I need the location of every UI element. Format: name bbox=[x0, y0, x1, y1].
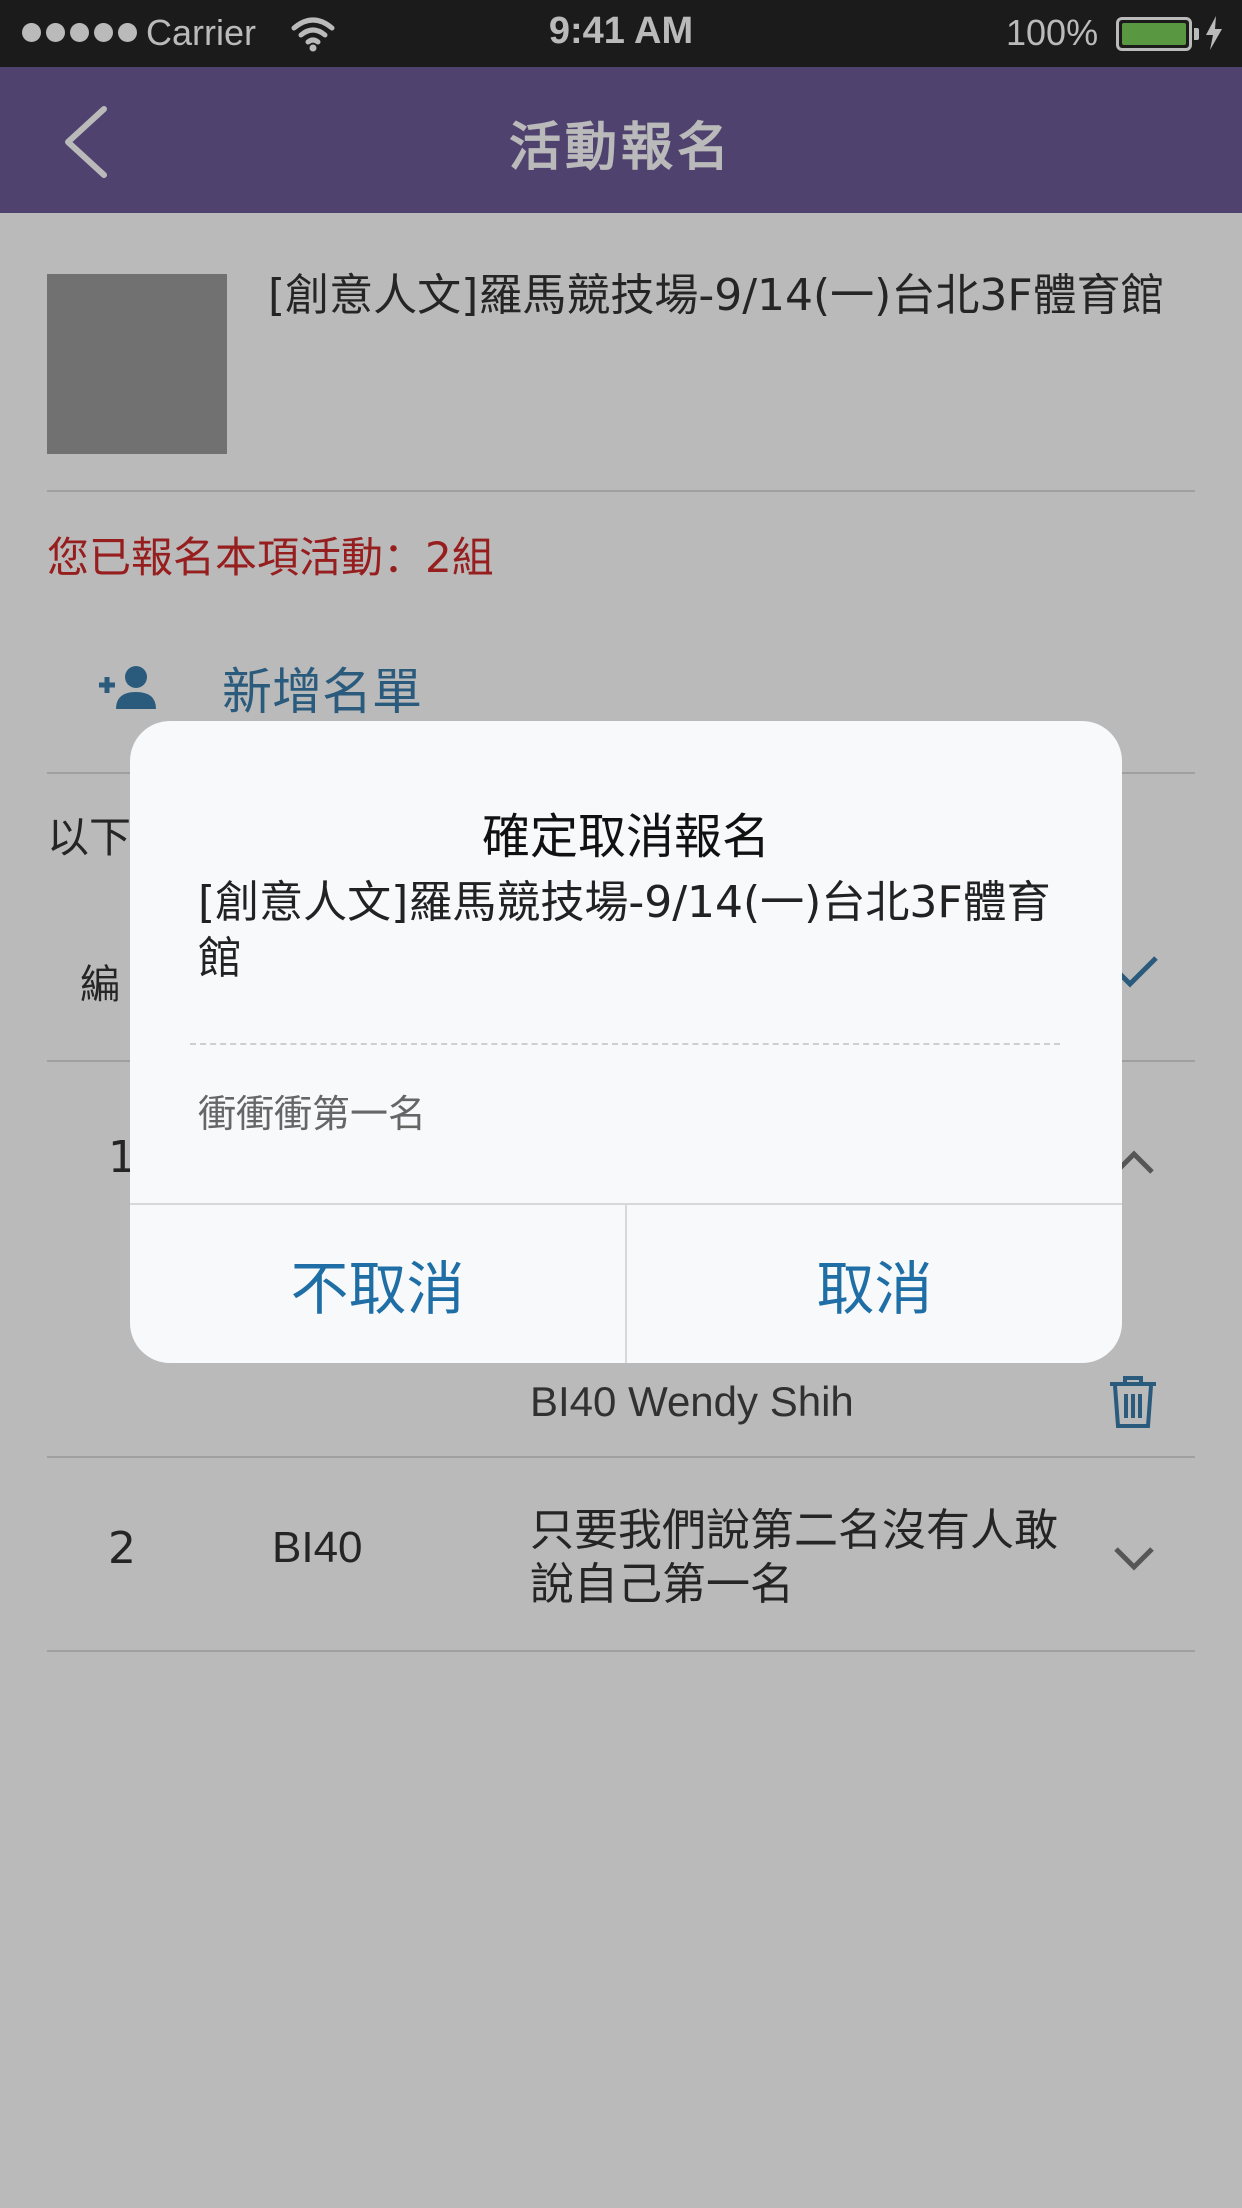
dashed-divider bbox=[190, 1043, 1060, 1045]
cancel-registration-dialog: 確定取消報名 [創意人文]羅馬競技場-9/14(一)台北3F體育館 衝衝衝第一名… bbox=[130, 721, 1122, 1363]
keep-registration-button[interactable]: 不取消 bbox=[130, 1205, 625, 1363]
dialog-team-name: 衝衝衝第一名 bbox=[198, 1092, 427, 1136]
dialog-title: 確定取消報名 bbox=[481, 809, 770, 865]
dialog-event-title: [創意人文]羅馬競技場-9/14(一)台北3F體育館 bbox=[198, 877, 1051, 984]
confirm-cancel-button[interactable]: 取消 bbox=[627, 1205, 1122, 1363]
